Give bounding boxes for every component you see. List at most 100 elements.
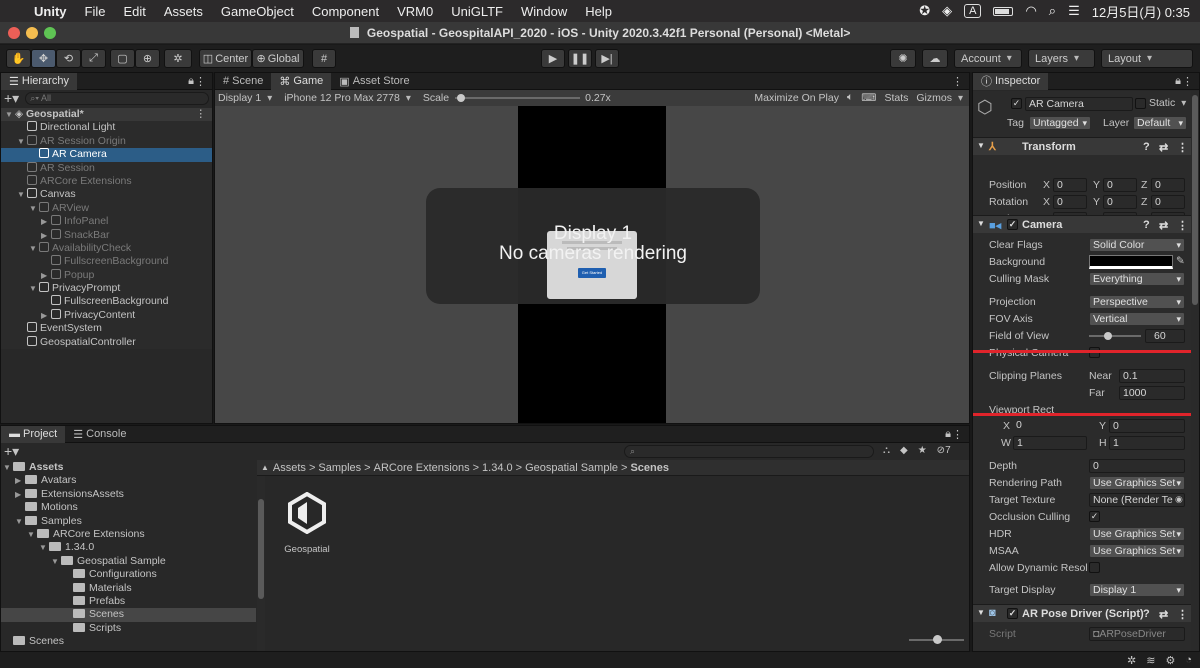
asset-size-slider[interactable] <box>909 635 964 645</box>
foldout-expanded-icon[interactable]: ▼ <box>15 515 23 528</box>
hierarchy-item[interactable]: ARCore Extensions <box>1 174 212 188</box>
viewport-y-field[interactable]: 0 <box>1109 419 1185 433</box>
scene-menu-icon[interactable]: ⋮ <box>196 108 207 121</box>
help-icon[interactable]: ? <box>1143 219 1150 231</box>
help-icon[interactable]: ? <box>1143 141 1150 153</box>
tab-game[interactable]: ⌘ Game <box>271 72 332 90</box>
progress-icon[interactable]: ◔ <box>1185 654 1192 666</box>
foldout-expanded-icon[interactable]: ▼ <box>29 202 37 215</box>
hierarchy-item[interactable]: AR Session <box>1 161 212 175</box>
breadcrumb-item[interactable]: Scenes <box>630 462 669 474</box>
clock[interactable]: 12月5日(月) 0:35 <box>1092 2 1190 21</box>
menu-unigltf[interactable]: UniGLTF <box>451 4 503 19</box>
depth-field[interactable]: 0 <box>1089 459 1185 473</box>
filter-label-icon[interactable]: ◆ <box>900 445 908 456</box>
foldout-collapsed-icon[interactable]: ▶ <box>41 229 47 242</box>
component-menu-icon[interactable]: ⋮ <box>1177 141 1188 154</box>
breadcrumb-up-icon[interactable]: ▲ <box>261 463 269 472</box>
breadcrumb-item[interactable]: Samples <box>318 462 361 474</box>
foldout-expanded-icon[interactable]: ▼ <box>27 528 35 541</box>
rendering-path-dropdown[interactable]: Use Graphics Set <box>1089 476 1185 490</box>
foldout-expanded-icon[interactable]: ▼ <box>51 555 59 568</box>
transform-tool-icon[interactable]: ⊕ <box>135 49 160 68</box>
kebab-menu-icon[interactable]: ⋮ <box>1182 75 1193 88</box>
foldout-collapsed-icon[interactable]: ▶ <box>41 269 47 282</box>
project-folder-item[interactable]: Configurations <box>1 568 256 581</box>
viewport-x-field[interactable]: 0 <box>1013 419 1087 433</box>
pause-button[interactable]: ❚❚ <box>568 49 592 68</box>
presets-icon[interactable]: ⇄ <box>1159 219 1168 232</box>
layout-dropdown[interactable]: Layout <box>1101 49 1193 68</box>
foldout-expanded-icon[interactable]: ▼ <box>17 135 25 148</box>
move-tool-icon[interactable]: ✥ <box>31 49 56 68</box>
debug-bug-icon[interactable]: ✲ <box>1127 654 1136 667</box>
near-clip-field[interactable]: 0.1 <box>1119 369 1185 383</box>
x-field[interactable]: 0 <box>1053 178 1087 192</box>
hierarchy-item[interactable]: FullscreenBackground <box>1 255 212 268</box>
hierarchy-item[interactable]: GeospatialController <box>1 335 212 349</box>
tab-asset-store[interactable]: ▣ Asset Store <box>331 73 417 90</box>
project-folder-item[interactable]: Motions <box>1 501 256 514</box>
device-dropdown[interactable]: iPhone 12 Pro Max 2778 <box>284 92 411 104</box>
presets-icon[interactable]: ⇄ <box>1159 608 1168 621</box>
culling-mask-dropdown[interactable]: Everything <box>1089 272 1185 286</box>
maximize-on-play-toggle[interactable]: Maximize On Play <box>754 92 839 104</box>
pose-driver-enabled-checkbox[interactable]: ✓ <box>1007 608 1018 619</box>
help-icon[interactable]: ? <box>1143 608 1150 620</box>
background-color-swatch[interactable] <box>1089 255 1173 269</box>
projection-dropdown[interactable]: Perspective <box>1089 295 1185 309</box>
game-canvas[interactable]: Get Started Display 1 No cameras renderi… <box>215 106 969 423</box>
breadcrumb-item[interactable]: 1.34.0 <box>482 462 513 474</box>
layer-dropdown[interactable]: Default <box>1133 116 1187 130</box>
project-folder-item[interactable]: Scripts <box>1 622 256 635</box>
hidden-packages-toggle[interactable]: ⊘7 <box>937 445 951 456</box>
component-menu-icon[interactable]: ⋮ <box>1177 219 1188 232</box>
inspector-scrollbar[interactable] <box>1191 91 1199 651</box>
foldout-expanded-icon[interactable]: ▼ <box>29 242 37 255</box>
hierarchy-item[interactable]: ▶ Popup <box>1 268 212 282</box>
hierarchy-item[interactable]: AR Camera <box>1 148 212 162</box>
tab-console[interactable]: ☰ Console <box>65 426 134 443</box>
wifi-icon[interactable]: ◠ <box>1025 3 1036 19</box>
foldout-expanded-icon[interactable]: ▼ <box>5 108 13 121</box>
fov-axis-dropdown[interactable]: Vertical <box>1089 312 1185 326</box>
layers-dropdown[interactable]: Layers <box>1028 49 1095 68</box>
fov-slider[interactable] <box>1089 331 1141 341</box>
tab-hierarchy[interactable]: ☰ Hierarchy <box>1 72 77 90</box>
menu-help[interactable]: Help <box>585 4 612 19</box>
menu-file[interactable]: File <box>85 4 106 19</box>
tab-scene[interactable]: # Scene <box>215 73 271 90</box>
presets-icon[interactable]: ⇄ <box>1159 141 1168 154</box>
menu-app-unity[interactable]: Unity <box>34 4 67 19</box>
project-folder-item[interactable]: Materials <box>1 582 256 595</box>
project-folder-item[interactable]: ▶ ExtensionsAssets <box>1 488 256 501</box>
foldout-collapsed-icon[interactable]: ▶ <box>15 488 21 501</box>
hierarchy-item[interactable]: ▼ AR Session Origin <box>1 134 212 148</box>
dynamic-resolution-checkbox[interactable] <box>1089 562 1100 573</box>
project-folder-item[interactable]: ▼ 1.34.0 <box>1 541 256 554</box>
project-folder-item[interactable]: ▶ Avatars <box>1 474 256 487</box>
scale-slider-thumb[interactable] <box>457 94 466 102</box>
filter-type-icon[interactable]: ⛬ <box>883 445 890 456</box>
hierarchy-item[interactable]: Directional Light <box>1 121 212 134</box>
hierarchy-item[interactable]: ▼ AvailabilityCheck <box>1 241 212 255</box>
foldout-collapsed-icon[interactable]: ▶ <box>41 309 47 322</box>
fov-field[interactable]: 60 <box>1145 329 1185 343</box>
tab-project[interactable]: ▬ Project <box>1 425 66 443</box>
lock-icon[interactable]: 🔒︎ <box>188 75 194 88</box>
account-dropdown[interactable]: Account <box>954 49 1022 68</box>
foldout-expanded-icon[interactable]: ▼ <box>17 188 25 201</box>
scale-tool-icon[interactable]: ⤢ <box>81 49 106 68</box>
pivot-center-toggle[interactable]: ◫ Center <box>199 49 252 68</box>
stats-toggle[interactable]: Stats <box>884 92 908 104</box>
hierarchy-item[interactable]: ▶ InfoPanel <box>1 215 212 228</box>
rotate-tool-icon[interactable]: ⟲ <box>56 49 81 68</box>
camera-enabled-checkbox[interactable]: ✓ <box>1007 219 1018 230</box>
z-field[interactable]: 0 <box>1151 178 1185 192</box>
msaa-dropdown[interactable]: Use Graphics Set <box>1089 544 1185 558</box>
hierarchy-item[interactable]: ▼ ARView <box>1 201 212 215</box>
project-search-input[interactable]: ⌕ <box>624 445 874 458</box>
menu-component[interactable]: Component <box>312 4 379 19</box>
create-plus-icon[interactable]: +▾ <box>4 443 19 460</box>
y-field[interactable]: 0 <box>1103 178 1137 192</box>
